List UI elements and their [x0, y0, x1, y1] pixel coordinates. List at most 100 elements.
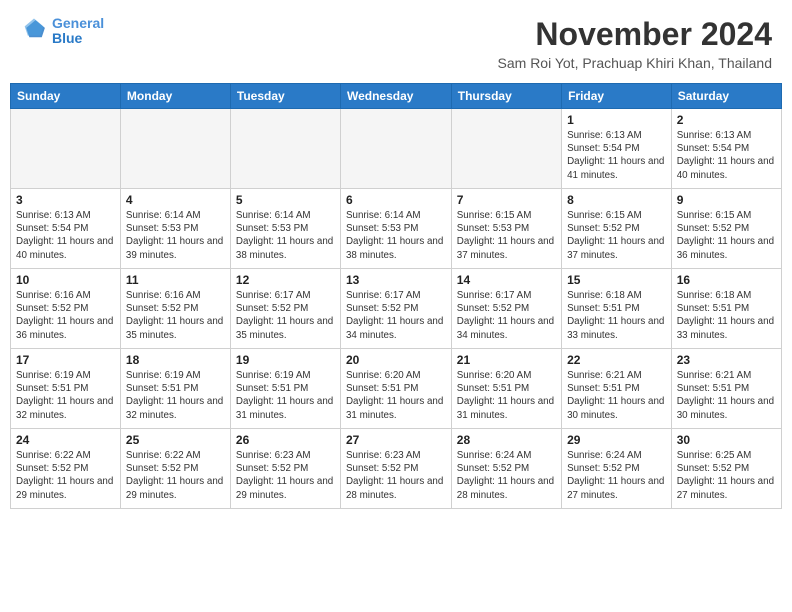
day-info: Sunrise: 6:15 AM Sunset: 5:53 PM Dayligh… — [457, 209, 556, 262]
day-info: Sunrise: 6:15 AM Sunset: 5:52 PM Dayligh… — [567, 209, 666, 262]
day-info: Sunrise: 6:23 AM Sunset: 5:52 PM Dayligh… — [236, 449, 335, 502]
day-info: Sunrise: 6:19 AM Sunset: 5:51 PM Dayligh… — [236, 369, 335, 422]
calendar-week-row: 1 Sunrise: 6:13 AM Sunset: 5:54 PM Daylig… — [11, 109, 782, 189]
table-row — [120, 109, 230, 189]
day-info: Sunrise: 6:24 AM Sunset: 5:52 PM Dayligh… — [457, 449, 556, 502]
day-number: 15 — [567, 273, 666, 287]
day-number: 22 — [567, 353, 666, 367]
day-info: Sunrise: 6:22 AM Sunset: 5:52 PM Dayligh… — [16, 449, 115, 502]
table-row: 7Sunrise: 6:15 AM Sunset: 5:53 PM Daylig… — [451, 189, 561, 269]
table-row: 8 Sunrise: 6:15 AM Sunset: 5:52 PM Daylig… — [562, 189, 672, 269]
day-number: 4 — [126, 193, 225, 207]
day-number: 11 — [126, 273, 225, 287]
table-row: 2 Sunrise: 6:13 AM Sunset: 5:54 PM Daylig… — [671, 109, 781, 189]
day-number: 9 — [677, 193, 776, 207]
table-row: 13Sunrise: 6:17 AM Sunset: 5:52 PM Dayli… — [340, 269, 451, 349]
table-row: 25 Sunrise: 6:22 AM Sunset: 5:52 PM Dayli… — [120, 429, 230, 509]
day-number: 14 — [457, 273, 556, 287]
day-info: Sunrise: 6:15 AM Sunset: 5:52 PM Dayligh… — [677, 209, 776, 262]
col-friday: Friday — [562, 84, 672, 109]
day-number: 6 — [346, 193, 446, 207]
day-info: Sunrise: 6:23 AM Sunset: 5:52 PM Dayligh… — [346, 449, 446, 502]
day-number: 16 — [677, 273, 776, 287]
day-info: Sunrise: 6:16 AM Sunset: 5:52 PM Dayligh… — [126, 289, 225, 342]
table-row: 30 Sunrise: 6:25 AM Sunset: 5:52 PM Dayli… — [671, 429, 781, 509]
day-number: 30 — [677, 433, 776, 447]
day-info: Sunrise: 6:14 AM Sunset: 5:53 PM Dayligh… — [126, 209, 225, 262]
day-info: Sunrise: 6:13 AM Sunset: 5:54 PM Dayligh… — [567, 129, 666, 182]
col-wednesday: Wednesday — [340, 84, 451, 109]
day-number: 27 — [346, 433, 446, 447]
day-number: 3 — [16, 193, 115, 207]
day-number: 2 — [677, 113, 776, 127]
day-info: Sunrise: 6:17 AM Sunset: 5:52 PM Dayligh… — [457, 289, 556, 342]
col-saturday: Saturday — [671, 84, 781, 109]
table-row: 23 Sunrise: 6:21 AM Sunset: 5:51 PM Dayli… — [671, 349, 781, 429]
day-number: 29 — [567, 433, 666, 447]
calendar-week-row: 3 Sunrise: 6:13 AM Sunset: 5:54 PM Daylig… — [11, 189, 782, 269]
day-info: Sunrise: 6:17 AM Sunset: 5:52 PM Dayligh… — [236, 289, 335, 342]
day-number: 13 — [346, 273, 446, 287]
table-row: 6 Sunrise: 6:14 AM Sunset: 5:53 PM Daylig… — [340, 189, 451, 269]
col-tuesday: Tuesday — [230, 84, 340, 109]
table-row — [11, 109, 121, 189]
day-info: Sunrise: 6:22 AM Sunset: 5:52 PM Dayligh… — [126, 449, 225, 502]
day-number: 19 — [236, 353, 335, 367]
table-row — [230, 109, 340, 189]
day-number: 8 — [567, 193, 666, 207]
table-row — [340, 109, 451, 189]
table-row: 22 Sunrise: 6:21 AM Sunset: 5:51 PM Dayli… — [562, 349, 672, 429]
table-row: 9 Sunrise: 6:15 AM Sunset: 5:52 PM Daylig… — [671, 189, 781, 269]
table-row: 21Sunrise: 6:20 AM Sunset: 5:51 PM Dayli… — [451, 349, 561, 429]
table-row: 16 Sunrise: 6:18 AM Sunset: 5:51 PM Dayli… — [671, 269, 781, 349]
table-row: 29 Sunrise: 6:24 AM Sunset: 5:52 PM Dayli… — [562, 429, 672, 509]
col-sunday: Sunday — [11, 84, 121, 109]
table-row: 4 Sunrise: 6:14 AM Sunset: 5:53 PM Daylig… — [120, 189, 230, 269]
table-row: 28 Sunrise: 6:24 AM Sunset: 5:52 PM Dayli… — [451, 429, 561, 509]
day-info: Sunrise: 6:13 AM Sunset: 5:54 PM Dayligh… — [16, 209, 115, 262]
day-info: Sunrise: 6:20 AM Sunset: 5:51 PM Dayligh… — [346, 369, 446, 422]
location: Sam Roi Yot, Prachuap Khiri Khan, Thaila… — [498, 55, 772, 71]
day-number: 17 — [16, 353, 115, 367]
table-row: 18 Sunrise: 6:19 AM Sunset: 5:51 PM Dayli… — [120, 349, 230, 429]
day-number: 1 — [567, 113, 666, 127]
day-info: Sunrise: 6:18 AM Sunset: 5:51 PM Dayligh… — [677, 289, 776, 342]
day-info: Sunrise: 6:14 AM Sunset: 5:53 PM Dayligh… — [346, 209, 446, 262]
table-row: 11 Sunrise: 6:16 AM Sunset: 5:52 PM Dayli… — [120, 269, 230, 349]
day-info: Sunrise: 6:24 AM Sunset: 5:52 PM Dayligh… — [567, 449, 666, 502]
table-row — [451, 109, 561, 189]
col-thursday: Thursday — [451, 84, 561, 109]
title-block: November 2024 Sam Roi Yot, Prachuap Khir… — [498, 16, 772, 71]
logo-icon — [20, 17, 48, 45]
day-number: 12 — [236, 273, 335, 287]
day-number: 10 — [16, 273, 115, 287]
calendar-week-row: 24 Sunrise: 6:22 AM Sunset: 5:52 PM Dayli… — [11, 429, 782, 509]
day-number: 23 — [677, 353, 776, 367]
day-info: Sunrise: 6:13 AM Sunset: 5:54 PM Dayligh… — [677, 129, 776, 182]
day-number: 5 — [236, 193, 335, 207]
calendar-table: Sunday Monday Tuesday Wednesday Thursday… — [10, 83, 782, 509]
table-row: 27 Sunrise: 6:23 AM Sunset: 5:52 PM Dayli… — [340, 429, 451, 509]
day-info: Sunrise: 6:14 AM Sunset: 5:53 PM Dayligh… — [236, 209, 335, 262]
table-row: 24 Sunrise: 6:22 AM Sunset: 5:52 PM Dayli… — [11, 429, 121, 509]
table-row: 26 Sunrise: 6:23 AM Sunset: 5:52 PM Dayli… — [230, 429, 340, 509]
day-number: 28 — [457, 433, 556, 447]
day-info: Sunrise: 6:19 AM Sunset: 5:51 PM Dayligh… — [16, 369, 115, 422]
table-row: 20 Sunrise: 6:20 AM Sunset: 5:51 PM Dayli… — [340, 349, 451, 429]
day-info: Sunrise: 6:19 AM Sunset: 5:51 PM Dayligh… — [126, 369, 225, 422]
day-info: Sunrise: 6:25 AM Sunset: 5:52 PM Dayligh… — [677, 449, 776, 502]
month-title: November 2024 — [498, 16, 772, 53]
day-info: Sunrise: 6:21 AM Sunset: 5:51 PM Dayligh… — [677, 369, 776, 422]
day-number: 25 — [126, 433, 225, 447]
table-row: 1 Sunrise: 6:13 AM Sunset: 5:54 PM Daylig… — [562, 109, 672, 189]
day-number: 18 — [126, 353, 225, 367]
logo-text: General Blue — [52, 16, 104, 47]
page-header: General Blue November 2024 Sam Roi Yot, … — [0, 0, 792, 75]
table-row: 10Sunrise: 6:16 AM Sunset: 5:52 PM Dayli… — [11, 269, 121, 349]
day-number: 24 — [16, 433, 115, 447]
calendar-week-row: 10 Sunrise: 6:16 AM Sunset: 5:52 PM Dayli… — [11, 269, 782, 349]
day-number: 20 — [346, 353, 446, 367]
table-row: 14 Sunrise: 6:17 AM Sunset: 5:52 PM Dayli… — [451, 269, 561, 349]
day-info: Sunrise: 6:21 AM Sunset: 5:51 PM Dayligh… — [567, 369, 666, 422]
day-number: 26 — [236, 433, 335, 447]
